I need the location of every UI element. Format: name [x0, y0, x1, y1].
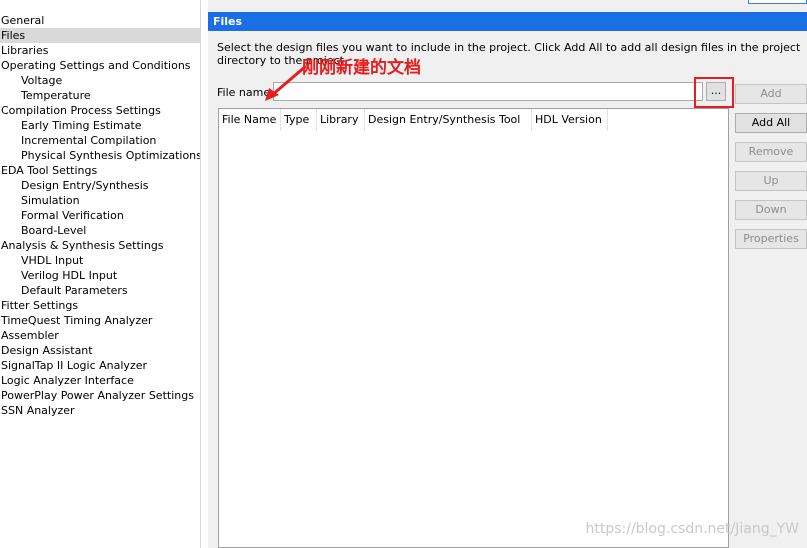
tree-item-temperature[interactable]: Temperature — [0, 88, 200, 103]
window-edge — [748, 0, 807, 4]
add-all-button[interactable]: Add All — [735, 113, 807, 133]
tree-item-fitter-settings[interactable]: Fitter Settings — [0, 298, 200, 313]
tree-item-timequest-timing-analyzer[interactable]: TimeQuest Timing Analyzer — [0, 313, 200, 328]
tree-item-general[interactable]: General — [0, 13, 200, 28]
down-button[interactable]: Down — [735, 200, 807, 220]
file-name-input[interactable] — [273, 82, 703, 101]
properties-button[interactable]: Properties — [735, 229, 807, 249]
tree-item-board-level[interactable]: Board-Level — [0, 223, 200, 238]
column-header-file-name[interactable]: File Name — [219, 109, 281, 131]
highlight-annotation-box — [694, 77, 734, 108]
tree-item-simulation[interactable]: Simulation — [0, 193, 200, 208]
tree-item-files[interactable]: Files — [0, 28, 200, 43]
tree-item-eda-tool-settings[interactable]: EDA Tool Settings — [0, 163, 200, 178]
watermark-text: https://blog.csdn.net/Jiang_YW — [585, 521, 799, 537]
tree-item-verilog-hdl-input[interactable]: Verilog HDL Input — [0, 268, 200, 283]
tree-item-physical-synthesis-optimizations[interactable]: Physical Synthesis Optimizations — [0, 148, 200, 163]
tree-item-incremental-compilation[interactable]: Incremental Compilation — [0, 133, 200, 148]
file-table[interactable]: File Name Type Library Design Entry/Synt… — [218, 108, 729, 548]
category-tree: General Files Libraries Operating Settings … — [0, 0, 201, 548]
annotation-label: 刚刚新建的文档 — [302, 58, 421, 78]
up-button[interactable]: Up — [735, 171, 807, 191]
column-header-hdl-version[interactable]: HDL Version — [532, 109, 608, 131]
column-header-design-entry-tool[interactable]: Design Entry/Synthesis Tool — [365, 109, 532, 131]
tree-item-powerplay-power-analyzer-settings[interactable]: PowerPlay Power Analyzer Settings — [0, 388, 200, 403]
tree-item-formal-verification[interactable]: Formal Verification — [0, 208, 200, 223]
tree-item-analysis-synthesis-settings[interactable]: Analysis & Synthesis Settings — [0, 238, 200, 253]
tree-item-ssn-analyzer[interactable]: SSN Analyzer — [0, 403, 200, 418]
tree-item-logic-analyzer-interface[interactable]: Logic Analyzer Interface — [0, 373, 200, 388]
add-button[interactable]: Add — [735, 84, 807, 104]
tree-item-default-parameters[interactable]: Default Parameters — [0, 283, 200, 298]
tree-item-design-assistant[interactable]: Design Assistant — [0, 343, 200, 358]
tree-item-vhdl-input[interactable]: VHDL Input — [0, 253, 200, 268]
tree-item-voltage[interactable]: Voltage — [0, 73, 200, 88]
tree-item-signaltap-ii-logic-analyzer[interactable]: SignalTap II Logic Analyzer — [0, 358, 200, 373]
tree-item-libraries[interactable]: Libraries — [0, 43, 200, 58]
files-panel: Files Select the design files you want t… — [208, 0, 807, 548]
tree-item-compilation-process-settings[interactable]: Compilation Process Settings — [0, 103, 200, 118]
column-header-type[interactable]: Type — [281, 109, 317, 131]
tree-item-assembler[interactable]: Assembler — [0, 328, 200, 343]
page-title: Files — [208, 12, 807, 31]
tree-item-operating-settings-and-conditions[interactable]: Operating Settings and Conditions — [0, 58, 200, 73]
tree-item-early-timing-estimate[interactable]: Early Timing Estimate — [0, 118, 200, 133]
column-header-library[interactable]: Library — [317, 109, 365, 131]
tree-item-design-entry-synthesis[interactable]: Design Entry/Synthesis — [0, 178, 200, 193]
remove-button[interactable]: Remove — [735, 142, 807, 162]
